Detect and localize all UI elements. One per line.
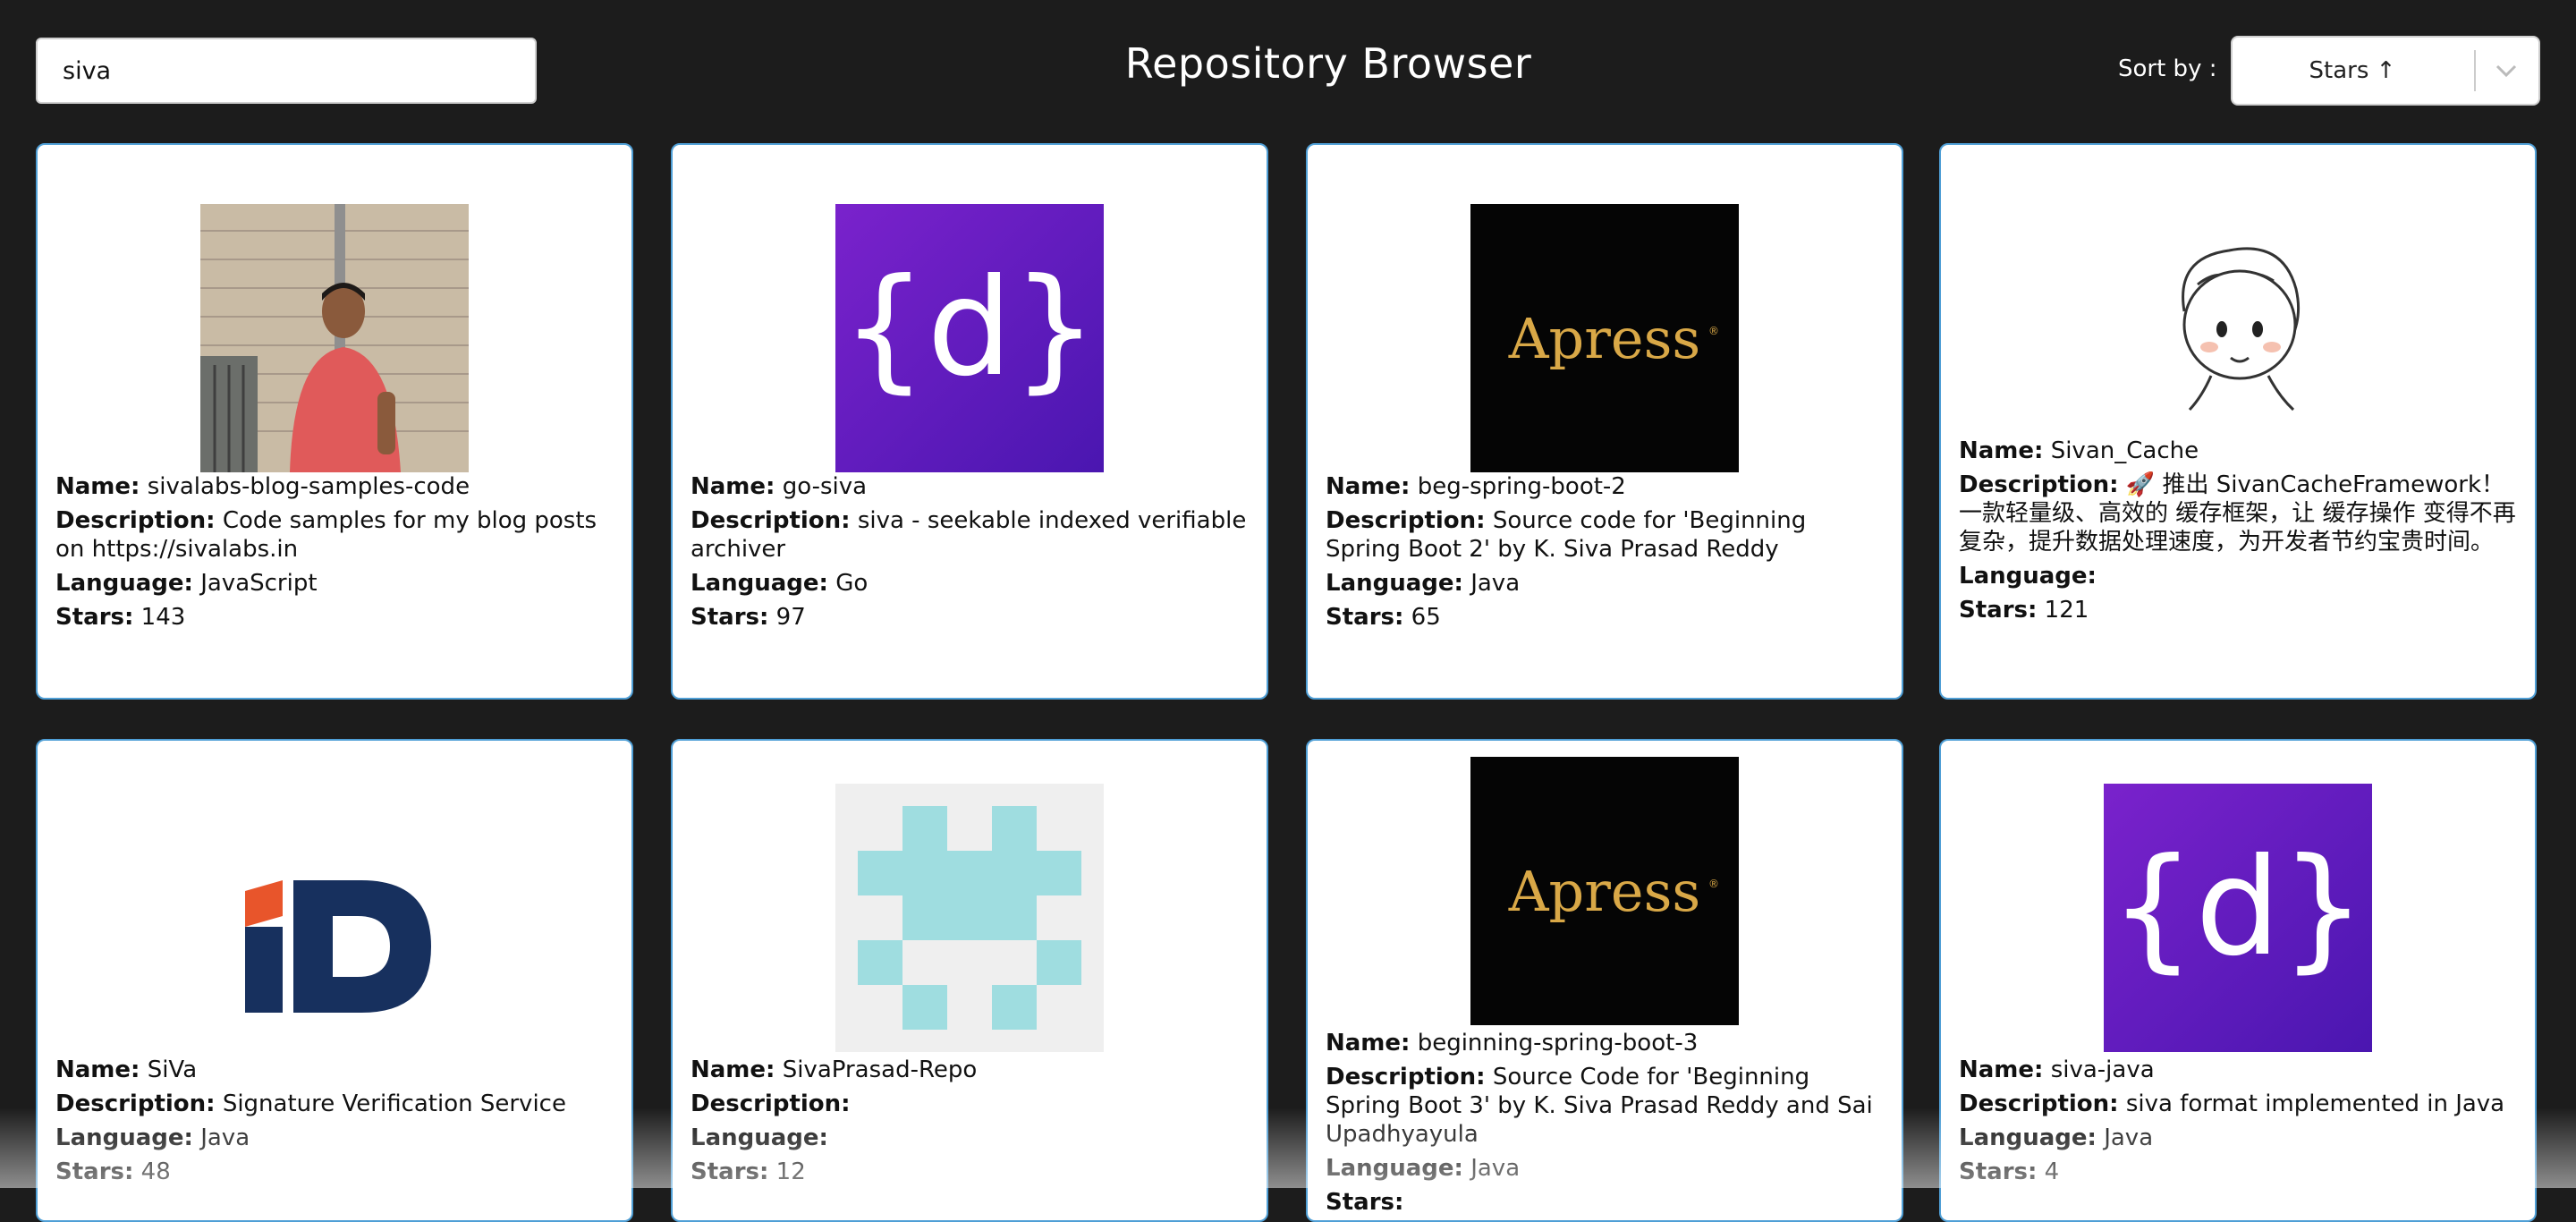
repo-card[interactable]: Apress ® Name: beginning-spring-boot-3 D… bbox=[1306, 739, 1903, 1222]
language-label: Language: bbox=[55, 570, 193, 597]
repo-name: beg-spring-boot-2 bbox=[1417, 473, 1626, 500]
repo-language: Go bbox=[835, 570, 869, 597]
repo-language: JavaScript bbox=[200, 570, 318, 597]
src-d-logo-avatar: {d} bbox=[2104, 784, 2372, 1052]
name-label: Name: bbox=[55, 473, 140, 500]
repo-stars: 65 bbox=[1411, 604, 1441, 631]
description-label: Description: bbox=[1959, 1090, 2119, 1117]
stars-label: Stars: bbox=[55, 1158, 134, 1185]
repo-grid: Name: sivalabs-blog-samples-code Descrip… bbox=[0, 0, 2576, 1222]
name-label: Name: bbox=[1326, 1030, 1411, 1057]
stars-label: Stars: bbox=[1326, 1189, 1404, 1216]
id-logo-avatar bbox=[200, 784, 469, 1052]
repo-stars: 143 bbox=[140, 604, 186, 631]
repo-card[interactable]: Name: SiVa Description: Signature Verifi… bbox=[36, 739, 633, 1222]
repo-description: siva format implemented in Java bbox=[2125, 1090, 2505, 1117]
language-label: Language: bbox=[55, 1124, 193, 1151]
repo-info: Name: beginning-spring-boot-3 Descriptio… bbox=[1326, 1029, 1884, 1220]
svg-text:Apress: Apress bbox=[1508, 306, 1700, 371]
apress-logo-avatar: Apress ® bbox=[1470, 204, 1739, 472]
repo-name: beginning-spring-boot-3 bbox=[1417, 1030, 1699, 1057]
name-label: Name: bbox=[691, 1057, 775, 1083]
repo-name: SivaPrasad-Repo bbox=[782, 1057, 978, 1083]
repo-info: Name: go-siva Description: siva - seekab… bbox=[691, 472, 1249, 637]
repo-card[interactable]: Name: Sivan_Cache Description: 🚀 推出 Siva… bbox=[1939, 143, 2537, 700]
description-label: Description: bbox=[691, 1090, 851, 1117]
name-label: Name: bbox=[1959, 437, 2044, 464]
language-label: Language: bbox=[1959, 563, 2097, 590]
description-label: Description: bbox=[691, 507, 851, 534]
svg-text:{d}: {d} bbox=[842, 250, 1097, 406]
repo-name: siva-java bbox=[2050, 1057, 2155, 1083]
language-label: Language: bbox=[1326, 1155, 1463, 1182]
repo-card[interactable]: Name: sivalabs-blog-samples-code Descrip… bbox=[36, 143, 633, 700]
name-label: Name: bbox=[691, 473, 775, 500]
repo-info: Name: SivaPrasad-Repo Description: Langu… bbox=[691, 1056, 1249, 1192]
repo-info: Name: SiVa Description: Signature Verifi… bbox=[55, 1056, 614, 1192]
repo-description: Signature Verification Service bbox=[222, 1090, 566, 1117]
repo-language: Java bbox=[2104, 1124, 2154, 1151]
svg-text:Apress: Apress bbox=[1508, 859, 1700, 924]
repo-stars: 48 bbox=[140, 1158, 171, 1185]
identicon-avatar bbox=[835, 784, 1104, 1052]
name-label: Name: bbox=[1326, 473, 1411, 500]
language-label: Language: bbox=[691, 1124, 828, 1151]
stars-label: Stars: bbox=[55, 604, 134, 631]
name-label: Name: bbox=[1959, 1057, 2044, 1083]
svg-text:®: ® bbox=[1708, 878, 1719, 890]
repo-name: Sivan_Cache bbox=[2050, 437, 2199, 464]
language-label: Language: bbox=[1326, 570, 1463, 597]
description-label: Description: bbox=[55, 1090, 216, 1117]
repo-info: Name: siva-java Description: siva format… bbox=[1959, 1056, 2517, 1192]
name-label: Name: bbox=[55, 1057, 140, 1083]
language-label: Language: bbox=[691, 570, 828, 597]
language-label: Language: bbox=[1959, 1124, 2097, 1151]
repo-stars: 12 bbox=[775, 1158, 806, 1185]
repo-info: Name: sivalabs-blog-samples-code Descrip… bbox=[55, 472, 614, 637]
repo-card[interactable]: {d} Name: siva-java Description: siva fo… bbox=[1939, 739, 2537, 1222]
repo-card[interactable]: Name: SivaPrasad-Repo Description: Langu… bbox=[671, 739, 1268, 1222]
person-photo-avatar bbox=[200, 204, 469, 472]
src-d-logo-avatar: {d} bbox=[835, 204, 1104, 472]
svg-text:{d}: {d} bbox=[2110, 830, 2366, 986]
description-label: Description: bbox=[1959, 471, 2119, 498]
repo-stars: 121 bbox=[2044, 597, 2089, 624]
repo-language: Java bbox=[1470, 1155, 1521, 1182]
repo-stars: 97 bbox=[775, 604, 806, 631]
repo-stars: 4 bbox=[2044, 1158, 2060, 1185]
repo-name: go-siva bbox=[782, 473, 868, 500]
svg-text:®: ® bbox=[1708, 325, 1719, 337]
repo-language: Java bbox=[200, 1124, 250, 1151]
repo-language: Java bbox=[1470, 570, 1521, 597]
cartoon-boy-avatar bbox=[2104, 204, 2372, 472]
repo-name: sivalabs-blog-samples-code bbox=[147, 473, 470, 500]
stars-label: Stars: bbox=[691, 1158, 769, 1185]
repo-info: Name: Sivan_Cache Description: 🚀 推出 Siva… bbox=[1959, 437, 2517, 630]
stars-label: Stars: bbox=[691, 604, 769, 631]
repo-card[interactable]: Apress ® Name: beg-spring-boot-2 Descrip… bbox=[1306, 143, 1903, 700]
stars-label: Stars: bbox=[1326, 604, 1404, 631]
stars-label: Stars: bbox=[1959, 1158, 2038, 1185]
repo-card[interactable]: {d} Name: go-siva Description: siva - se… bbox=[671, 143, 1268, 700]
apress-logo-avatar: Apress ® bbox=[1470, 757, 1739, 1025]
description-label: Description: bbox=[1326, 1064, 1486, 1090]
description-label: Description: bbox=[55, 507, 216, 534]
repo-name: SiVa bbox=[147, 1057, 198, 1083]
stars-label: Stars: bbox=[1959, 597, 2038, 624]
repo-info: Name: beg-spring-boot-2 Description: Sou… bbox=[1326, 472, 1884, 637]
description-label: Description: bbox=[1326, 507, 1486, 534]
